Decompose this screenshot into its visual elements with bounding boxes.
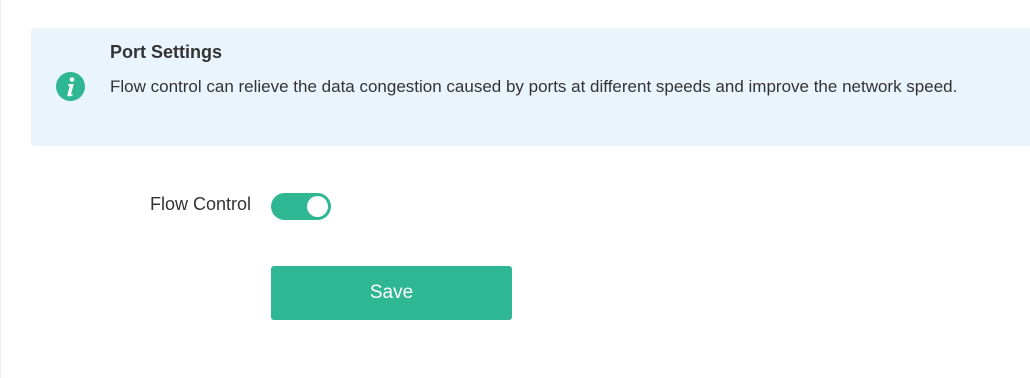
toggle-knob xyxy=(307,196,328,217)
flow-control-toggle[interactable] xyxy=(271,193,331,220)
info-banner: Port Settings Flow control can relieve t… xyxy=(31,28,1030,146)
port-settings-page: Port Settings Flow control can relieve t… xyxy=(0,0,1030,378)
info-description: Flow control can relieve the data conges… xyxy=(110,77,958,96)
flow-control-row: Flow Control xyxy=(1,188,601,224)
info-title: Port Settings xyxy=(110,42,223,62)
save-button[interactable]: Save xyxy=(271,266,512,320)
info-icon xyxy=(56,72,85,101)
flow-control-label: Flow Control xyxy=(149,194,251,214)
